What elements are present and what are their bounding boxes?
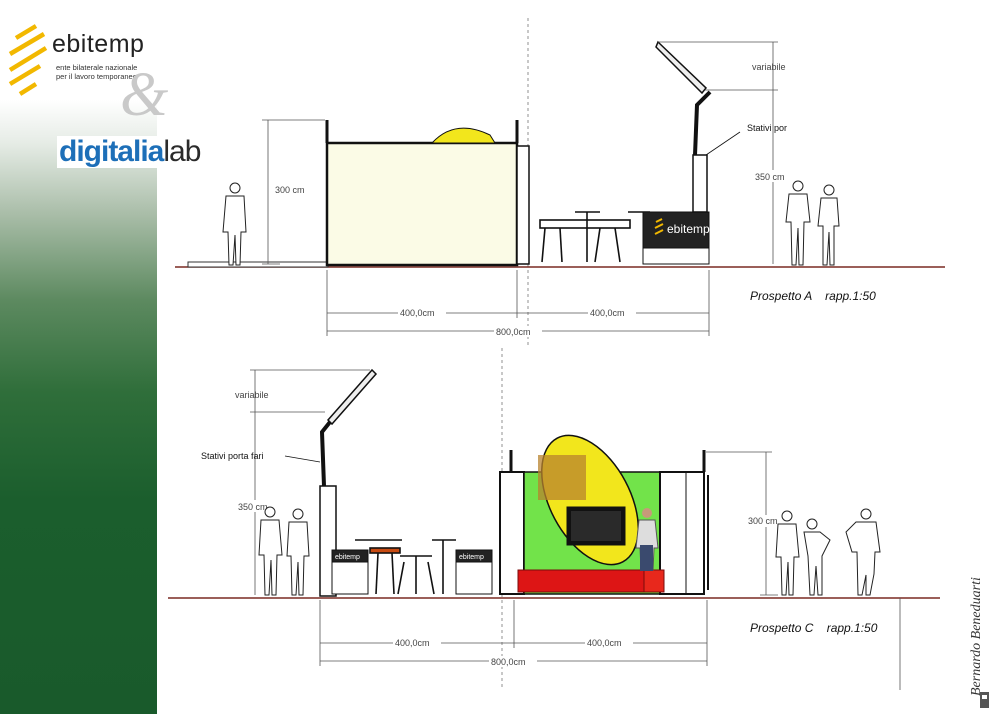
elevation-a: 300 cm ebitemp Stativi por variabile 350…	[175, 40, 945, 337]
a-caption: Prospetto A rapp.1:50	[750, 289, 876, 303]
author-signature: Bernardo Beneduarti	[969, 577, 984, 696]
person-group	[258, 506, 310, 596]
c-height-left: 350 cm	[238, 502, 268, 512]
c-counter-label: ebitemp	[335, 554, 360, 561]
c-caption: Prospetto C rapp.1:50	[750, 621, 878, 635]
studio-mark-icon	[980, 692, 989, 708]
c-dim-left: 400,0cm	[395, 638, 430, 648]
a-height-left: 300 cm	[275, 185, 305, 195]
a-sign-text: ebitemp	[667, 222, 710, 236]
table-chairs	[539, 211, 650, 263]
c-height-right: 300 cm	[748, 516, 778, 526]
a-dim-right: 400,0cm	[590, 308, 625, 318]
elevation-c: variabile 350 cm Stativi porta fari ebit…	[168, 368, 940, 690]
counter-left: ebitemp	[331, 549, 369, 595]
c-stand-label: Stativi porta fari	[201, 451, 264, 461]
a-dim-total: 800,0cm	[496, 327, 531, 337]
elevation-drawing: 300 cm ebitemp Stativi por variabile 350…	[168, 18, 945, 690]
a-height-right: 350 cm	[755, 172, 785, 182]
c-counter-label-2: ebitemp	[459, 554, 484, 561]
a-stand-label: Stativi por	[747, 123, 787, 133]
person-figure	[222, 182, 247, 266]
person-group	[775, 508, 881, 596]
counter-right: ebitemp	[455, 549, 493, 595]
c-dim-right: 400,0cm	[587, 638, 622, 648]
a-variable-label: variabile	[752, 62, 786, 72]
table-chairs	[355, 539, 456, 595]
c-dim-total: 800,0cm	[491, 657, 526, 667]
a-dim-left: 400,0cm	[400, 308, 435, 318]
person-group	[785, 180, 840, 266]
c-variable-label: variabile	[235, 390, 269, 400]
